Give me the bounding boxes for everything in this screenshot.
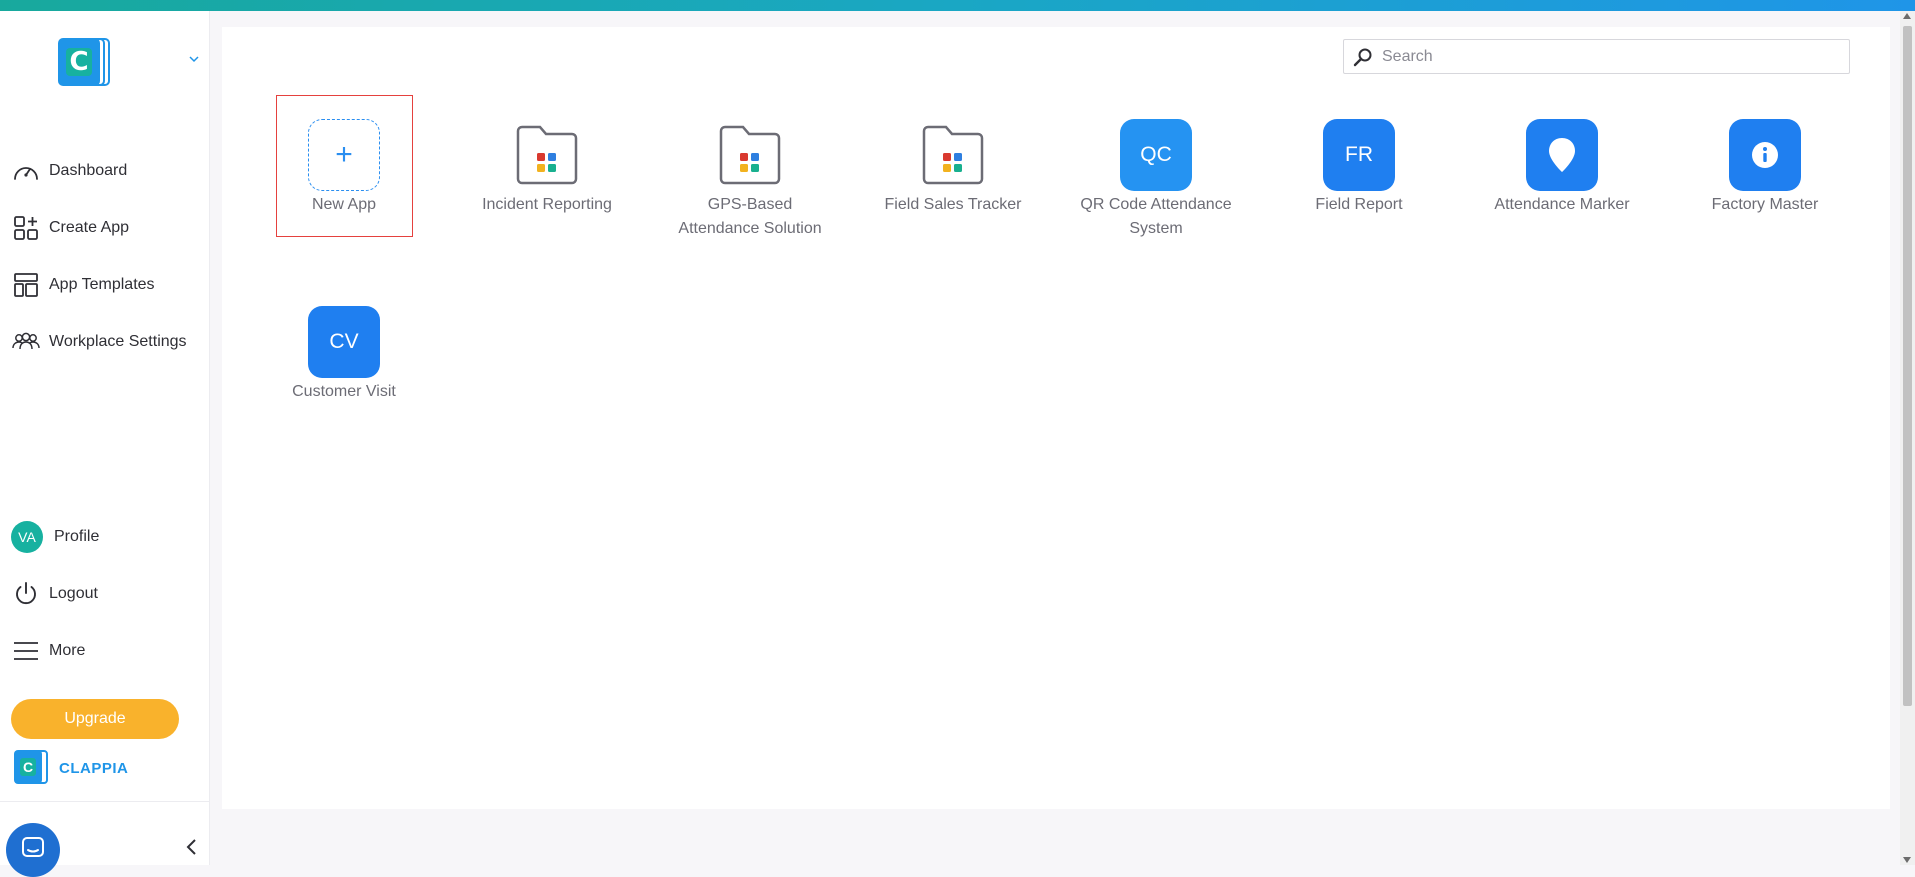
clappia-logo-icon: C	[14, 750, 48, 786]
sidebar-item-more[interactable]: More	[0, 631, 210, 671]
info-icon	[1729, 119, 1801, 191]
avatar: VA	[11, 521, 43, 553]
search-box	[1343, 39, 1850, 74]
top-gradient-bar	[0, 0, 1915, 11]
app-tile-factory-master[interactable]: Factory Master	[1675, 119, 1855, 217]
app-tile-incident-reporting[interactable]: Incident Reporting	[457, 119, 637, 217]
app-name: New App	[311, 196, 377, 213]
collapse-sidebar-button[interactable]	[180, 837, 202, 861]
scrollbar-thumb[interactable]	[1903, 26, 1912, 706]
sidebar-item-label: Logout	[49, 585, 98, 602]
app-tile-new-app[interactable]: + New App	[254, 119, 434, 217]
app-name: Factory Master	[1711, 196, 1819, 213]
brand-name: CLAPPIA	[59, 759, 129, 777]
sidebar-item-create-app[interactable]: Create App	[0, 208, 210, 248]
gauge-icon	[11, 156, 41, 186]
hamburger-menu-icon	[11, 636, 41, 666]
sidebar-item-profile[interactable]: VA Profile	[0, 517, 210, 557]
app-tile-qr-code-attendance[interactable]: QC QR Code Attendance System	[1066, 119, 1246, 241]
app-tile-gps-attendance[interactable]: GPS-Based Attendance Solution	[660, 119, 840, 241]
sidebar-item-label: Dashboard	[49, 162, 128, 179]
people-icon	[11, 327, 41, 357]
sidebar-item-app-templates[interactable]: App Templates	[0, 265, 210, 305]
search-input[interactable]	[1382, 47, 1842, 66]
app-tile-attendance-marker[interactable]: Attendance Marker	[1472, 119, 1652, 217]
app-folder-icon	[511, 119, 583, 191]
sidebar-item-label: Profile	[54, 528, 100, 545]
app-name: Incident Reporting	[482, 196, 612, 213]
sidebar-divider	[0, 801, 210, 802]
app-initials-tile: QC	[1120, 119, 1192, 191]
app-name: QR Code Attendance System	[1080, 196, 1232, 237]
templates-icon	[11, 270, 41, 300]
sidebar-item-label: Workplace Settings	[49, 333, 187, 350]
sidebar: C Dashboard Create App App Templates Wor…	[0, 11, 210, 877]
app-name: Attendance Marker	[1494, 196, 1630, 213]
app-name: GPS-Based Attendance Solution	[678, 196, 822, 237]
app-initials-tile: FR	[1323, 119, 1395, 191]
chat-support-button[interactable]	[6, 823, 60, 877]
chevron-down-icon[interactable]	[188, 53, 200, 65]
sidebar-item-dashboard[interactable]: Dashboard	[0, 151, 210, 191]
app-folder-icon	[917, 119, 989, 191]
power-icon	[11, 579, 41, 609]
app-name: Field Report	[1315, 196, 1403, 213]
scroll-down-icon[interactable]	[1903, 857, 1911, 863]
chevron-left-icon	[184, 838, 198, 861]
sidebar-item-label: Create App	[49, 219, 130, 236]
app-tile-field-sales-tracker[interactable]: Field Sales Tracker	[863, 119, 1043, 217]
app-initials-tile: CV	[308, 306, 380, 378]
brand-footer: C CLAPPIA	[14, 748, 154, 788]
scroll-up-icon[interactable]	[1903, 13, 1911, 19]
add-icon: +	[308, 119, 380, 191]
app-folder-icon	[714, 119, 786, 191]
sidebar-item-logout[interactable]: Logout	[0, 574, 210, 614]
location-pin-icon	[1526, 119, 1598, 191]
sidebar-item-label: More	[49, 642, 86, 659]
upgrade-button[interactable]: Upgrade	[11, 699, 179, 739]
sidebar-item-workplace-settings[interactable]: Workplace Settings	[0, 322, 210, 362]
app-tile-field-report[interactable]: FR Field Report	[1269, 119, 1449, 217]
workspace-logo[interactable]: C	[58, 36, 112, 90]
page-scrollbar[interactable]	[1900, 11, 1915, 865]
search-icon	[1352, 46, 1374, 68]
app-name: Customer Visit	[292, 383, 396, 400]
sidebar-item-label: App Templates	[49, 276, 155, 293]
app-name: Field Sales Tracker	[884, 196, 1022, 213]
chat-icon	[20, 835, 46, 866]
create-app-icon	[11, 213, 41, 243]
app-tile-customer-visit[interactable]: CV Customer Visit	[254, 306, 434, 404]
